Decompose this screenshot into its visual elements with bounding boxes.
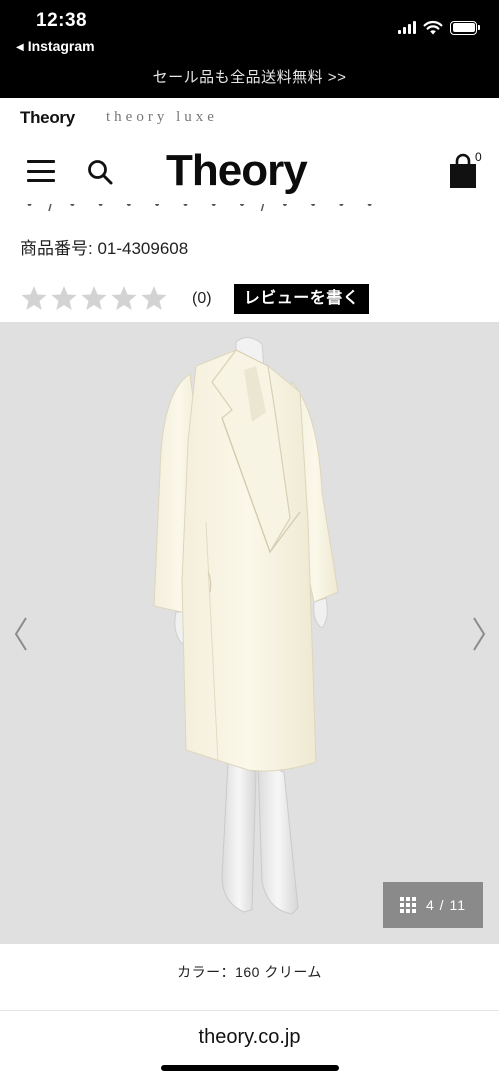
- chevron-right-icon[interactable]: [466, 612, 492, 656]
- star-icon: [81, 286, 107, 310]
- rating-row: (0) レビューを書く: [20, 284, 490, 314]
- chevron-left-icon[interactable]: [8, 612, 34, 656]
- product-number: 商品番号: 01-4309608: [20, 234, 188, 259]
- url-text[interactable]: theory.co.jp: [0, 1026, 499, 1049]
- brand-tabs: Theory theory luxe: [0, 98, 499, 138]
- left-triangle-icon: ◀: [16, 42, 24, 53]
- back-to-instagram[interactable]: ◀ Instagram: [16, 38, 95, 54]
- back-label: Instagram: [27, 38, 95, 54]
- site-logo[interactable]: Theory: [166, 146, 308, 196]
- brand-tab-theory[interactable]: Theory: [20, 108, 75, 128]
- hamburger-menu-icon[interactable]: [27, 160, 55, 182]
- status-icons: [398, 20, 480, 35]
- wifi-icon: [423, 20, 443, 35]
- status-bar: 12:38 ◀ Instagram: [0, 0, 499, 60]
- clipped-product-title: ・ / ・ ・ ・ ・ ・ ・ ・ / ・ ・ ・ ・: [0, 204, 499, 214]
- star-icon: [111, 286, 137, 310]
- signal-icon: [398, 21, 416, 34]
- write-review-button[interactable]: レビューを書く: [234, 284, 369, 314]
- site-header: Theory: [0, 138, 499, 204]
- product-image-gallery[interactable]: 4 / 11: [0, 322, 499, 944]
- star-icon: [51, 286, 77, 310]
- product-number-value: : 01-4309608: [88, 239, 189, 258]
- search-icon[interactable]: [86, 158, 114, 186]
- free-shipping-banner[interactable]: セール品も全品送料無料 >>: [0, 60, 499, 98]
- product-image: [153, 337, 339, 915]
- gallery-counter-button[interactable]: 4 / 11: [383, 882, 483, 928]
- gallery-counter: 4 / 11: [426, 897, 466, 913]
- star-icon: [141, 286, 167, 310]
- rating-stars: [20, 284, 168, 312]
- status-time: 12:38: [36, 10, 88, 31]
- product-number-label: 商品番号: [20, 239, 88, 258]
- color-caption: カラー：160 クリーム: [177, 964, 322, 980]
- star-icon: [21, 286, 47, 310]
- review-count: (0): [192, 290, 212, 307]
- browser-address-bar: theory.co.jp: [0, 1010, 499, 1080]
- cart-count: 0: [475, 150, 482, 164]
- battery-icon: [450, 20, 480, 35]
- grid-icon: [400, 897, 416, 913]
- brand-tab-theory-luxe[interactable]: theory luxe: [106, 109, 218, 126]
- shopping-bag-icon[interactable]: [448, 152, 478, 190]
- home-indicator[interactable]: [161, 1065, 339, 1071]
